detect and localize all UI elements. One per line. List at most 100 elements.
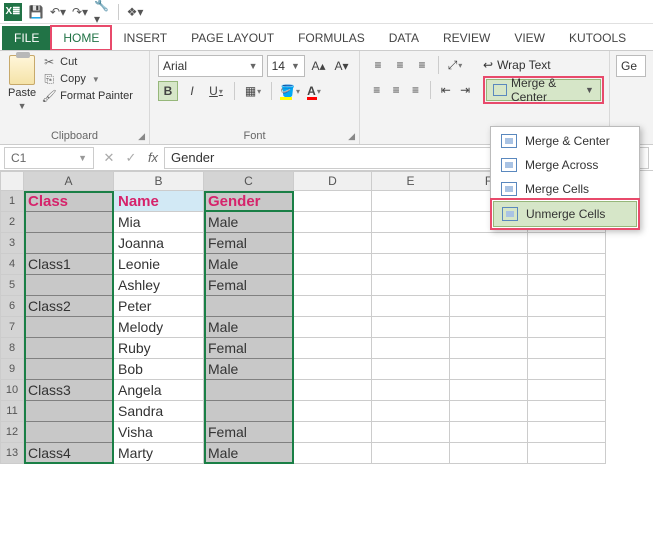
border-button[interactable]: ▦▾ bbox=[243, 81, 263, 101]
cell[interactable] bbox=[24, 422, 114, 443]
menu-merge-center[interactable]: Merge & Center bbox=[493, 129, 637, 153]
cell[interactable]: Gender bbox=[204, 191, 294, 212]
cell[interactable] bbox=[450, 422, 528, 443]
cell[interactable] bbox=[24, 212, 114, 233]
clipboard-expander-icon[interactable]: ◢ bbox=[138, 131, 145, 142]
cell[interactable] bbox=[294, 401, 372, 422]
copy-button[interactable]: ⎘Copy▼ bbox=[42, 72, 133, 86]
cell[interactable] bbox=[372, 338, 450, 359]
cell[interactable] bbox=[294, 212, 372, 233]
cell[interactable] bbox=[450, 359, 528, 380]
cell[interactable]: Femal bbox=[204, 422, 294, 443]
cell[interactable] bbox=[294, 275, 372, 296]
cell[interactable]: Male bbox=[204, 359, 294, 380]
cell[interactable] bbox=[528, 317, 606, 338]
row-header[interactable]: 1 bbox=[0, 191, 24, 212]
font-name-combo[interactable]: Arial▼ bbox=[158, 55, 263, 77]
merge-center-button[interactable]: Merge & Center ▼ bbox=[486, 79, 601, 101]
cell[interactable] bbox=[204, 401, 294, 422]
italic-button[interactable]: I bbox=[182, 81, 202, 101]
cell[interactable]: Sandra bbox=[114, 401, 204, 422]
align-middle-icon[interactable]: ≡ bbox=[390, 55, 410, 75]
font-size-combo[interactable]: 14▼ bbox=[267, 55, 305, 77]
menu-unmerge-cells[interactable]: Unmerge Cells bbox=[493, 201, 637, 227]
col-header-A[interactable]: A bbox=[24, 171, 114, 191]
decrease-font-icon[interactable]: A▾ bbox=[332, 56, 351, 76]
name-box[interactable]: C1▼ bbox=[4, 147, 94, 169]
cell[interactable] bbox=[372, 359, 450, 380]
cell[interactable] bbox=[372, 233, 450, 254]
cell[interactable]: Male bbox=[204, 443, 294, 464]
row-header[interactable]: 11 bbox=[0, 401, 24, 422]
align-top-icon[interactable]: ≡ bbox=[368, 55, 388, 75]
cell[interactable]: Class1 bbox=[24, 254, 114, 275]
bold-button[interactable]: B bbox=[158, 81, 178, 101]
cell[interactable] bbox=[372, 317, 450, 338]
tab-data[interactable]: DATA bbox=[377, 26, 431, 50]
align-bottom-icon[interactable]: ≡ bbox=[412, 55, 432, 75]
wrap-text-button[interactable]: ↩Wrap Text bbox=[479, 56, 555, 74]
row-header[interactable]: 4 bbox=[0, 254, 24, 275]
cell[interactable] bbox=[294, 317, 372, 338]
tab-file[interactable]: FILE bbox=[2, 26, 51, 50]
cell[interactable] bbox=[528, 380, 606, 401]
cell[interactable] bbox=[294, 359, 372, 380]
cell[interactable] bbox=[372, 401, 450, 422]
cell[interactable]: Class4 bbox=[24, 443, 114, 464]
cell[interactable] bbox=[24, 275, 114, 296]
cell[interactable] bbox=[528, 254, 606, 275]
cell[interactable] bbox=[24, 317, 114, 338]
cell[interactable] bbox=[450, 296, 528, 317]
cell[interactable]: Angela bbox=[114, 380, 204, 401]
cell[interactable] bbox=[372, 422, 450, 443]
font-expander-icon[interactable]: ◢ bbox=[348, 131, 355, 142]
redo-icon[interactable]: ↷▾ bbox=[72, 4, 88, 20]
number-format-combo[interactable]: Ge bbox=[616, 55, 646, 77]
cell[interactable] bbox=[24, 401, 114, 422]
cell[interactable] bbox=[372, 380, 450, 401]
row-header[interactable]: 13 bbox=[0, 443, 24, 464]
cell[interactable] bbox=[372, 443, 450, 464]
cancel-formula-icon[interactable]: ✕ bbox=[98, 150, 120, 166]
cell[interactable]: Male bbox=[204, 317, 294, 338]
cell[interactable] bbox=[294, 191, 372, 212]
cell[interactable]: Marty bbox=[114, 443, 204, 464]
cell[interactable]: Femal bbox=[204, 275, 294, 296]
fill-color-button[interactable]: 🪣▾ bbox=[280, 81, 300, 101]
increase-indent-icon[interactable]: ⇥ bbox=[456, 80, 473, 100]
font-color-button[interactable]: A▾ bbox=[304, 81, 324, 101]
cell[interactable]: Name bbox=[114, 191, 204, 212]
cell[interactable] bbox=[528, 443, 606, 464]
row-header[interactable]: 2 bbox=[0, 212, 24, 233]
row-header[interactable]: 7 bbox=[0, 317, 24, 338]
row-header[interactable]: 9 bbox=[0, 359, 24, 380]
row-header[interactable]: 5 bbox=[0, 275, 24, 296]
paste-button[interactable]: Paste ▼ bbox=[8, 55, 36, 111]
cell[interactable]: Joanna bbox=[114, 233, 204, 254]
cell[interactable]: Male bbox=[204, 254, 294, 275]
cell[interactable] bbox=[294, 338, 372, 359]
cell[interactable] bbox=[450, 380, 528, 401]
cell[interactable] bbox=[24, 338, 114, 359]
col-header-C[interactable]: C bbox=[204, 171, 294, 191]
cell[interactable]: Class2 bbox=[24, 296, 114, 317]
cell[interactable] bbox=[294, 296, 372, 317]
col-header-D[interactable]: D bbox=[294, 171, 372, 191]
cell[interactable] bbox=[204, 380, 294, 401]
cell[interactable]: Bob bbox=[114, 359, 204, 380]
cell[interactable]: Ruby bbox=[114, 338, 204, 359]
cell[interactable]: Femal bbox=[204, 233, 294, 254]
tab-kutools[interactable]: KUTOOLS bbox=[557, 26, 638, 50]
increase-font-icon[interactable]: A▴ bbox=[309, 56, 328, 76]
save-icon[interactable]: 💾 bbox=[28, 4, 44, 20]
menu-merge-across[interactable]: Merge Across bbox=[493, 153, 637, 177]
cell[interactable] bbox=[450, 275, 528, 296]
cell[interactable] bbox=[294, 380, 372, 401]
format-painter-button[interactable]: 🖌Format Painter bbox=[42, 89, 133, 103]
tab-view[interactable]: VIEW bbox=[502, 26, 557, 50]
cell[interactable] bbox=[528, 338, 606, 359]
qat-overflow-icon[interactable]: 🔧▾ bbox=[94, 4, 110, 20]
tab-home[interactable]: HOME bbox=[51, 26, 111, 50]
menu-merge-cells[interactable]: Merge Cells bbox=[493, 177, 637, 201]
cell[interactable] bbox=[372, 275, 450, 296]
